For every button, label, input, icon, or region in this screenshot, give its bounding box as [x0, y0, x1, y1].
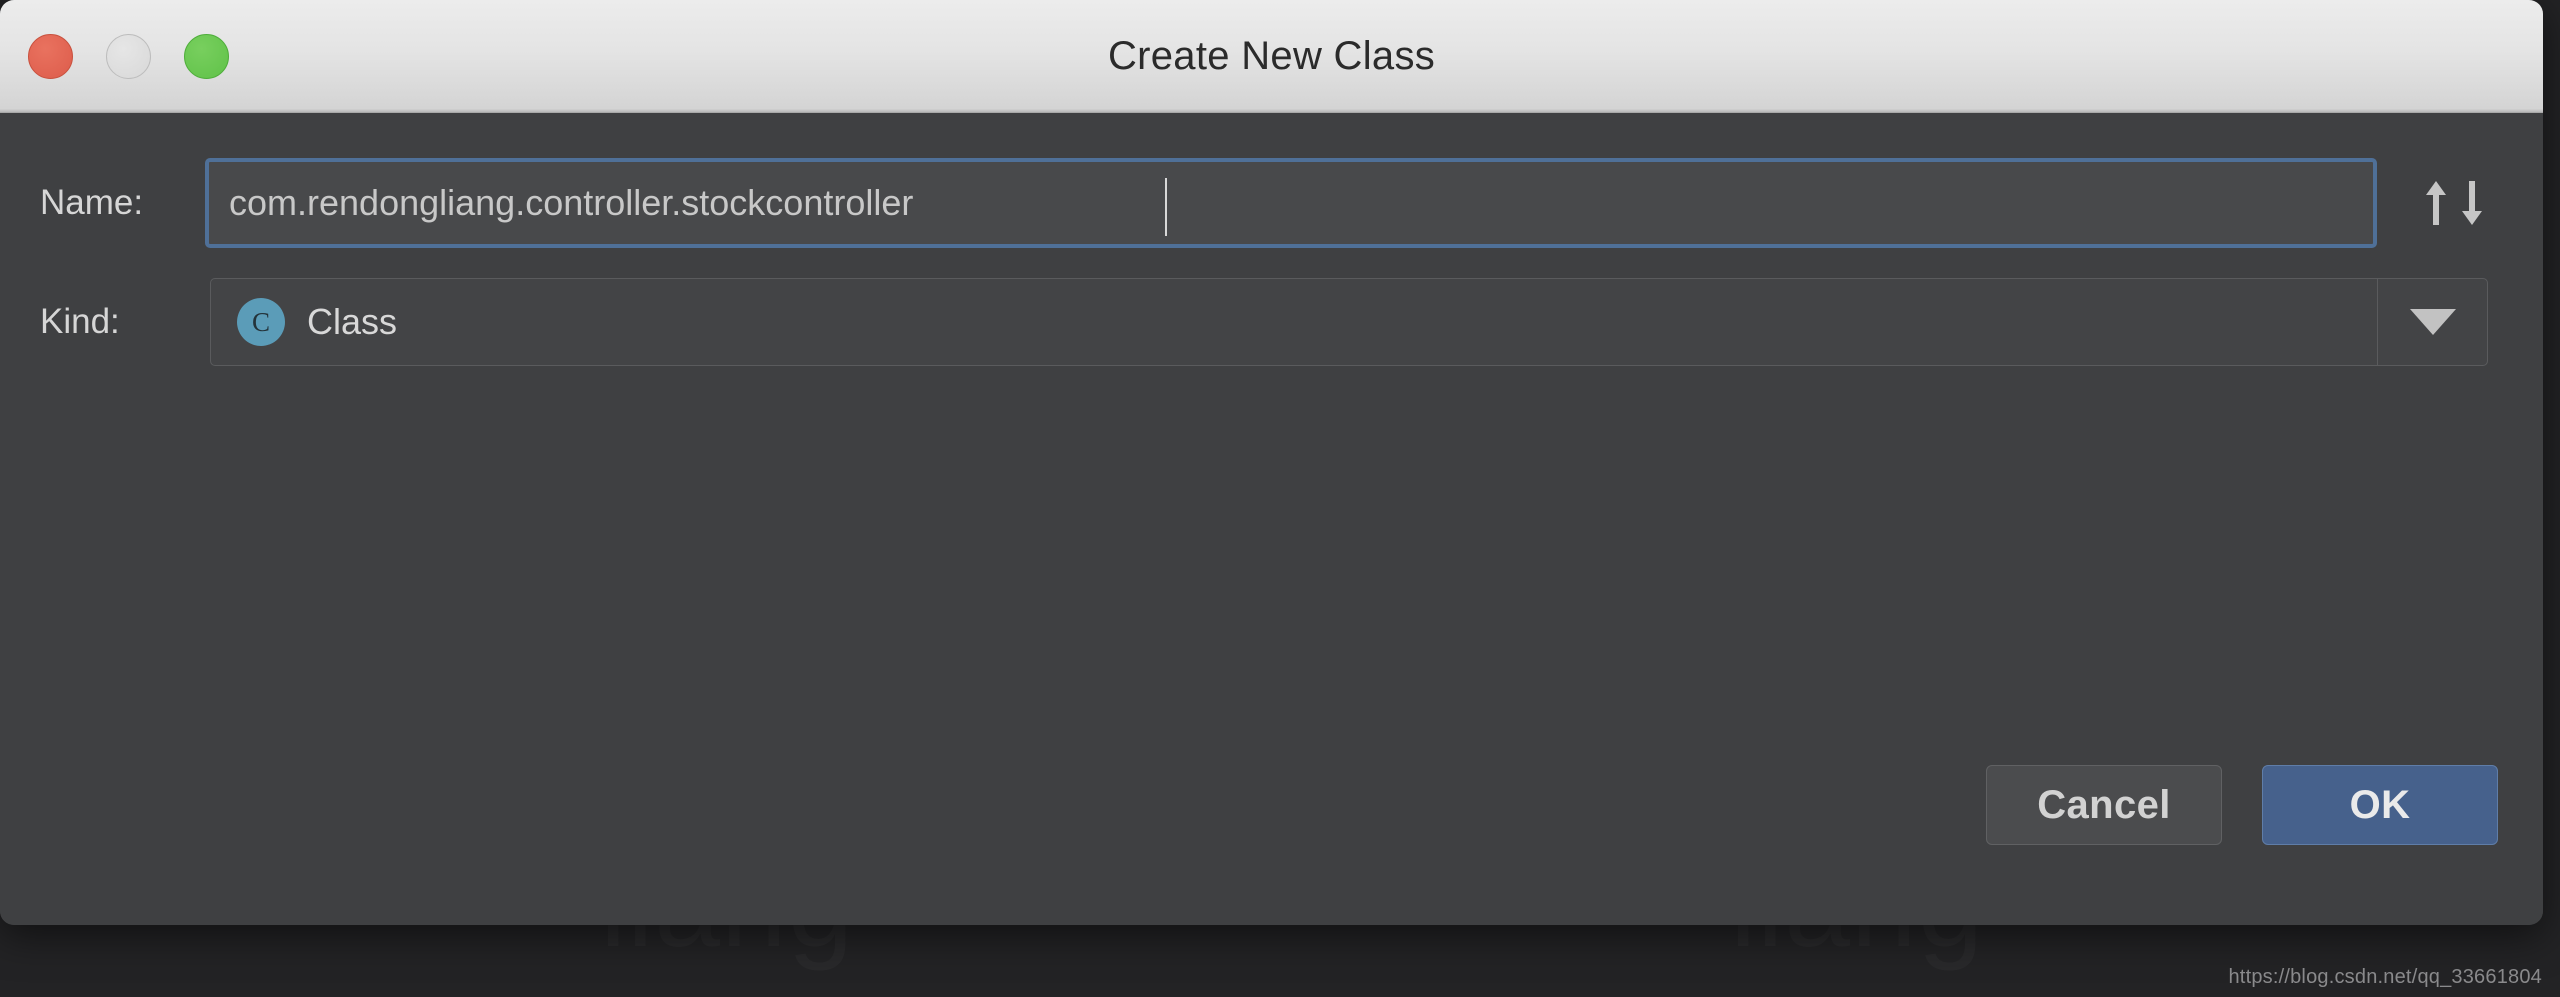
dialog-titlebar[interactable]: Create New Class: [0, 0, 2543, 113]
kind-combobox[interactable]: C Class: [210, 278, 2488, 366]
kind-field-label: Kind:: [40, 302, 120, 341]
watermark: https://blog.csdn.net/qq_33661804: [2228, 966, 2542, 988]
cancel-button[interactable]: Cancel: [1986, 765, 2222, 845]
kind-selected-value[interactable]: C Class: [211, 279, 2377, 365]
create-new-class-dialog: Create New Class Name: com.rendongliang.…: [0, 0, 2543, 925]
name-field-row: Name:: [0, 158, 2543, 248]
name-input-container[interactable]: [205, 158, 2377, 248]
desktop-backdrop: liang liang https://blog.csdn.net/qq_336…: [0, 0, 2560, 997]
kind-selected-label: Class: [307, 301, 398, 342]
up-down-arrows-icon[interactable]: [2418, 174, 2490, 232]
name-field-label: Name:: [40, 183, 144, 222]
dialog-body: Name: Kind:: [0, 113, 2543, 925]
ok-button[interactable]: OK: [2262, 765, 2498, 845]
name-input[interactable]: [209, 162, 2373, 244]
dialog-footer: Cancel OK: [1986, 765, 2498, 845]
class-icon: C: [237, 298, 285, 346]
text-caret: [1165, 178, 1167, 236]
dialog-title: Create New Class: [1107, 33, 1436, 78]
kind-field-row: Kind: C Class: [0, 278, 2543, 366]
chevron-down-icon: [2409, 309, 2456, 335]
kind-dropdown-button[interactable]: [2377, 279, 2487, 365]
